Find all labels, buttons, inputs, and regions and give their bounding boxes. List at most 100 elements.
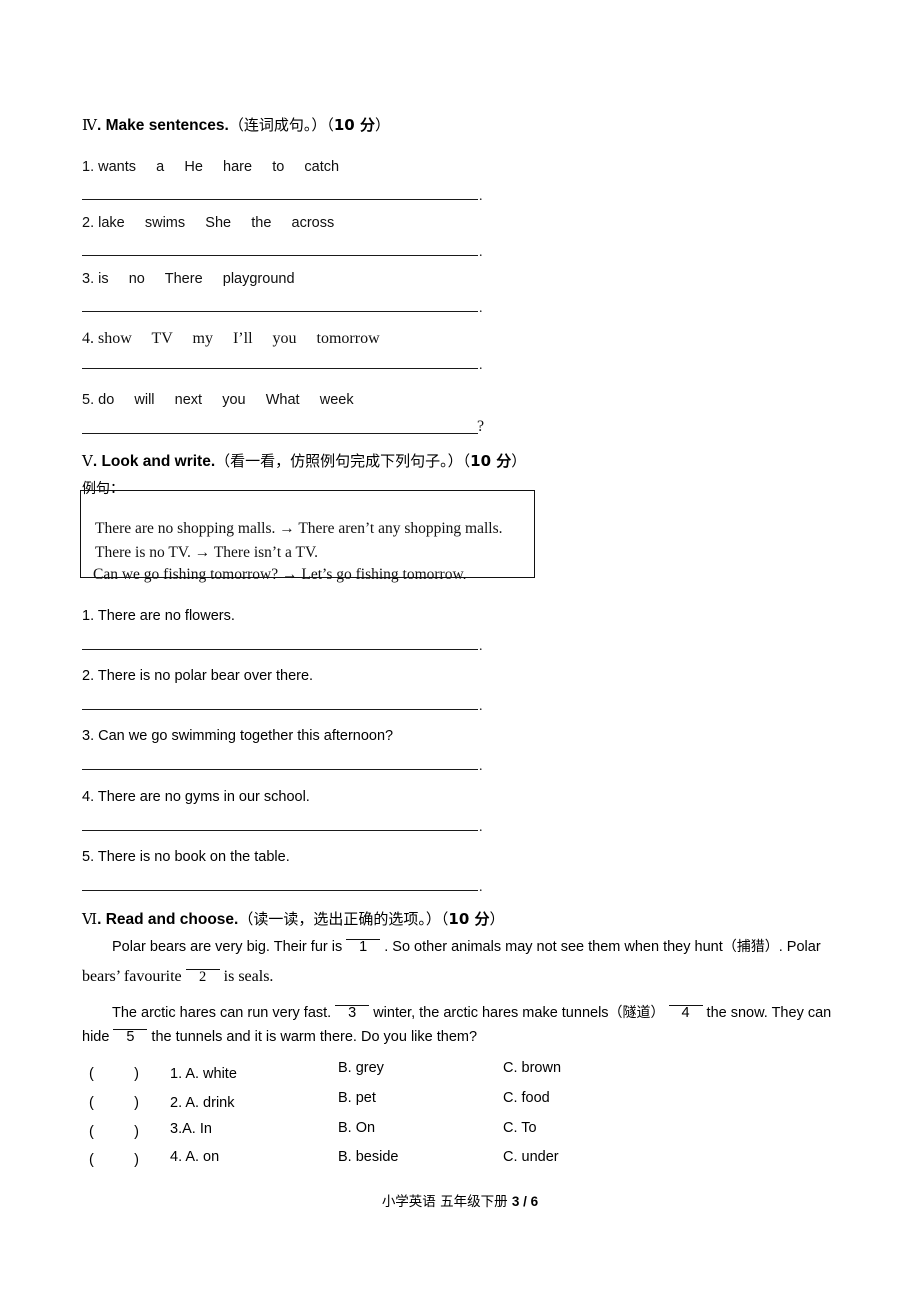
scramble-row: 3. is no There playground xyxy=(82,271,295,287)
prompt-row: 1. There are no flowers. xyxy=(82,608,235,624)
choice-option-b[interactable]: B. beside xyxy=(338,1149,398,1165)
answer-line-punctuation: . xyxy=(479,820,483,835)
answer-line[interactable] xyxy=(82,769,478,770)
answer-line-punctuation: . xyxy=(479,189,483,204)
item-number: 3. xyxy=(82,271,95,287)
answer-line[interactable] xyxy=(82,649,478,650)
answer-line-punctuation: . xyxy=(479,301,483,316)
item-number: 3. xyxy=(82,728,95,744)
section-title-chinese: （连词成句。） xyxy=(228,116,327,134)
passage-text: The arctic hares can run very fast. xyxy=(112,1005,332,1021)
item-text: There are no gyms in our school. xyxy=(97,789,310,805)
item-words: show TV my I’ll you tomorrow xyxy=(98,330,380,347)
answer-line[interactable] xyxy=(82,830,478,831)
prompt-row: 5. There is no book on the table. xyxy=(82,849,290,865)
scramble-row: 4. show TV my I’ll you tomorrow xyxy=(82,330,380,348)
item-text: There is no polar bear over there. xyxy=(97,668,314,684)
answer-line-punctuation: . xyxy=(479,245,483,260)
item-number: 1. xyxy=(82,159,95,175)
section-roman-numeral: Ⅴ xyxy=(82,452,93,470)
choice-option-c[interactable]: C. To xyxy=(503,1120,537,1136)
scramble-row: 1. wants a He hare to catch xyxy=(82,159,339,175)
passage-text: hide xyxy=(82,1029,110,1045)
page-footer: 小学英语 五年级下册 3 / 6 xyxy=(0,1190,920,1210)
answer-line-punctuation: ? xyxy=(477,418,485,435)
section-score-unit: 分 xyxy=(469,910,490,928)
answer-line[interactable] xyxy=(82,311,478,312)
prompt-row: 2. There is no polar bear over there. xyxy=(82,668,313,684)
section-score-unit: 分 xyxy=(491,452,512,470)
answer-line-punctuation: . xyxy=(479,358,483,373)
section-heading-make-sentences: Ⅳ. Make sentences.（连词成句。）（10 分） xyxy=(82,114,390,135)
item-number: 5. xyxy=(82,392,95,408)
section-title-chinese: （看一看，仿照例句完成下列句子。） xyxy=(215,452,463,470)
section-title-chinese: （读一读，选出正确的选项。） xyxy=(238,910,441,928)
passage-blank-3[interactable]: 3 xyxy=(335,1005,370,1021)
worksheet-page: Ⅳ. Make sentences.（连词成句。）（10 分） 1. wants… xyxy=(0,0,920,1302)
answer-line[interactable] xyxy=(82,890,478,891)
choice-option-a[interactable]: 2. A. drink xyxy=(170,1095,234,1111)
item-number: 4. xyxy=(82,789,95,805)
answer-bracket[interactable]: ( ) xyxy=(89,1152,139,1168)
section-score: （10 分） xyxy=(462,452,527,470)
item-text: Can we go swimming together this afterno… xyxy=(98,728,394,744)
example-sentence: There are no shopping malls. → There are… xyxy=(95,520,503,537)
passage-line-3: The arctic hares can run very fast. 3 wint… xyxy=(112,1005,831,1021)
answer-line-punctuation: . xyxy=(479,880,483,895)
section-score: （10 分） xyxy=(440,910,505,928)
prompt-row: 4. There are no gyms in our school. xyxy=(82,789,310,805)
passage-line-4: hide 5 the tunnels and it is warm there. D… xyxy=(82,1029,477,1045)
passage-blank-2[interactable]: 2 xyxy=(185,969,220,985)
section-score-number: 10 xyxy=(448,910,470,928)
passage-text: the snow. They can xyxy=(706,1005,832,1021)
footer-subject: 小学英语 五年级下册 xyxy=(381,1194,512,1210)
passage-text: is seals. xyxy=(223,968,274,985)
choice-option-a[interactable]: 3.A. In xyxy=(170,1121,212,1137)
answer-bracket[interactable]: ( ) xyxy=(89,1124,139,1140)
item-words: do will next you What week xyxy=(98,392,354,408)
scramble-row: 5. do will next you What week xyxy=(82,392,354,408)
section-heading-read-and-choose: Ⅵ. Read and choose.（读一读，选出正确的选项。）（10 分） xyxy=(82,908,505,929)
section-score-number: 10 xyxy=(470,452,492,470)
section-roman-numeral: Ⅳ xyxy=(82,116,97,134)
passage-gloss-chinese: （捕猎） xyxy=(722,939,779,955)
choice-option-b[interactable]: B. pet xyxy=(338,1090,376,1106)
item-text: There are no flowers. xyxy=(97,608,235,624)
passage-text: winter, the arctic hares make tunnels xyxy=(373,1005,609,1021)
passage-text: . So other animals may not see them when… xyxy=(384,939,723,955)
answer-bracket[interactable]: ( ) xyxy=(89,1095,139,1111)
section-roman-numeral: Ⅵ xyxy=(82,910,98,928)
item-number: 5. xyxy=(82,849,95,865)
choice-option-a[interactable]: 1. A. white xyxy=(170,1066,237,1082)
answer-line[interactable] xyxy=(82,255,478,256)
scramble-row: 2. lake swims She the across xyxy=(82,215,334,231)
passage-text: the tunnels and it is warm there. Do you… xyxy=(151,1029,478,1045)
passage-blank-5[interactable]: 5 xyxy=(113,1029,148,1045)
section-score: （10 分） xyxy=(326,116,390,134)
answer-line-punctuation: . xyxy=(479,699,483,714)
item-number: 2. xyxy=(82,215,95,231)
passage-text: bears’ favourite xyxy=(82,968,182,985)
answer-line[interactable] xyxy=(82,368,478,369)
passage-blank-4[interactable]: 4 xyxy=(668,1005,703,1021)
answer-line[interactable] xyxy=(82,433,478,434)
prompt-row: 3. Can we go swimming together this afte… xyxy=(82,728,393,744)
choice-option-b[interactable]: B. On xyxy=(338,1120,375,1136)
answer-line[interactable] xyxy=(82,709,478,710)
answer-bracket[interactable]: ( ) xyxy=(89,1066,139,1082)
item-number: 2. xyxy=(82,668,95,684)
choice-option-c[interactable]: C. food xyxy=(503,1090,550,1106)
choice-option-c[interactable]: C. brown xyxy=(503,1060,561,1076)
example-sentence: Can we go fishing tomorrow? → Let’s go f… xyxy=(93,566,467,583)
choice-option-b[interactable]: B. grey xyxy=(338,1060,384,1076)
passage-line-1: Polar bears are very big. Their fur is 1.… xyxy=(112,939,821,955)
passage-gloss-chinese: （隧道） xyxy=(608,1005,665,1021)
choice-option-c[interactable]: C. under xyxy=(503,1149,559,1165)
item-text: There is no book on the table. xyxy=(97,849,290,865)
item-words: is no There playground xyxy=(98,271,295,287)
item-words: lake swims She the across xyxy=(98,215,335,231)
passage-blank-1[interactable]: 1 xyxy=(346,939,381,955)
section-score-unit: 分 xyxy=(354,116,375,134)
answer-line[interactable] xyxy=(82,199,478,200)
choice-option-a[interactable]: 4. A. on xyxy=(170,1149,219,1165)
